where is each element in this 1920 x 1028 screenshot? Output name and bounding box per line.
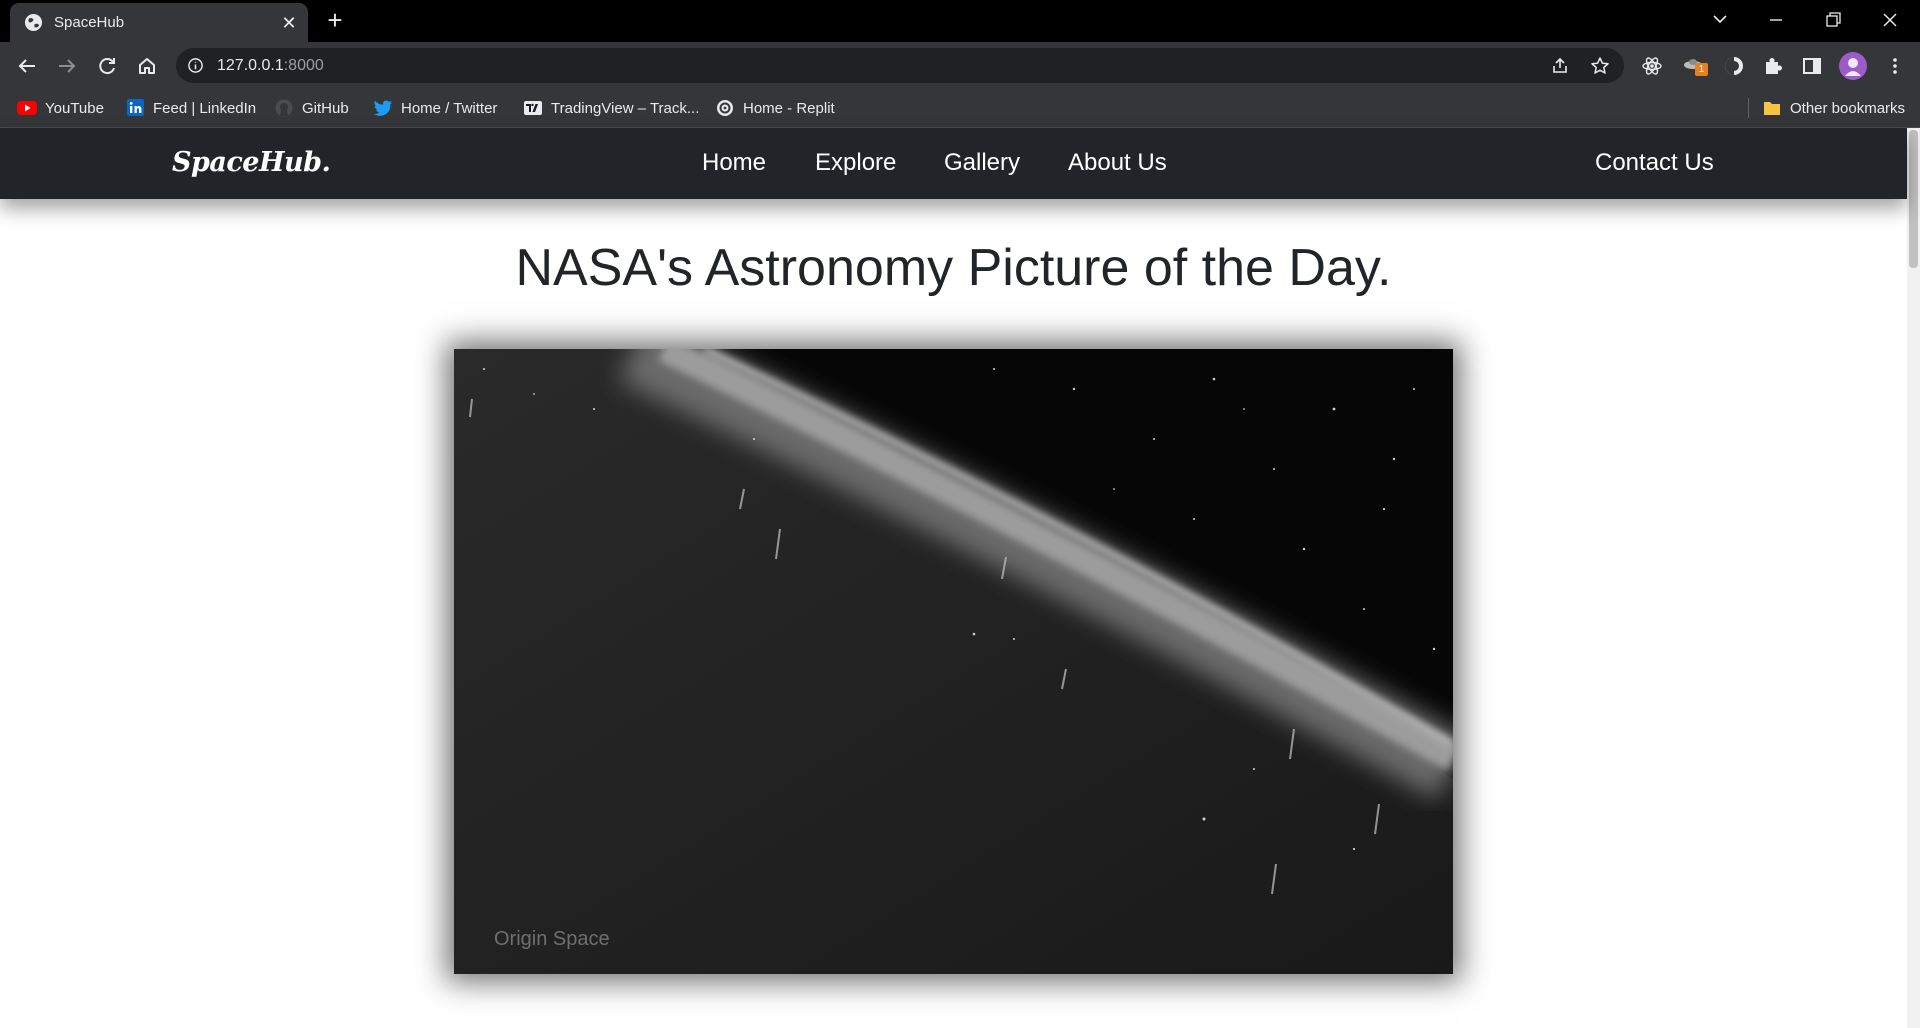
restore-icon[interactable] xyxy=(1813,6,1853,34)
back-arrow-icon[interactable] xyxy=(13,52,41,80)
site-navbar: SpaceHub. Home Explore Gallery About Us … xyxy=(0,128,1907,199)
extension-badge: 1 xyxy=(1695,63,1708,76)
forward-arrow-icon[interactable] xyxy=(53,52,81,80)
bookmark-label: Home - Replit xyxy=(743,99,835,117)
apod-image: Origin Space xyxy=(454,349,1453,974)
browser-toolbar: 127.0.0.1:8000 1 xyxy=(0,42,1920,89)
earth-limb-photo xyxy=(454,349,1453,974)
share-icon[interactable] xyxy=(1550,56,1570,76)
page-title: NASA's Astronomy Picture of the Day. xyxy=(515,239,1392,297)
browser-tab[interactable]: SpaceHub ✕ xyxy=(10,3,308,42)
folder-icon xyxy=(1764,102,1780,115)
brand-logo[interactable]: SpaceHub. xyxy=(172,146,331,180)
bookmark-label: Home / Twitter xyxy=(401,99,498,117)
scrollbar-thumb[interactable] xyxy=(1909,130,1918,268)
new-tab-icon[interactable]: + xyxy=(322,7,348,34)
page-scrollbar[interactable] xyxy=(1907,128,1920,1028)
close-tab-icon[interactable]: ✕ xyxy=(279,13,299,33)
youtube-icon xyxy=(17,101,37,115)
avatar-icon xyxy=(1845,58,1861,76)
nav-link-explore[interactable]: Explore xyxy=(815,148,896,178)
bookmark-label: Feed | LinkedIn xyxy=(153,99,257,117)
bookmarks-bar: YouTube Feed | LinkedIn GitHub Home / Tw… xyxy=(0,89,1920,128)
bookmark-linkedin[interactable]: Feed | LinkedIn xyxy=(125,97,256,119)
url-port: :8000 xyxy=(283,57,324,74)
minimize-icon[interactable] xyxy=(1756,6,1796,34)
linkedin-icon xyxy=(127,99,144,116)
address-bar[interactable]: 127.0.0.1:8000 xyxy=(176,48,1624,83)
bookmark-star-icon[interactable] xyxy=(1590,56,1610,76)
site-info-icon[interactable] xyxy=(187,57,204,74)
react-devtools-icon[interactable] xyxy=(1640,54,1664,78)
nav-link-home[interactable]: Home xyxy=(702,148,766,178)
bookmark-twitter[interactable]: Home / Twitter xyxy=(373,97,497,119)
side-panel-icon[interactable] xyxy=(1800,54,1824,78)
reload-icon[interactable] xyxy=(93,52,121,80)
dark-mode-extension-icon[interactable] xyxy=(1722,54,1746,78)
url-host: 127.0.0.1 xyxy=(217,57,284,74)
globe-icon xyxy=(24,13,43,32)
nav-link-gallery[interactable]: Gallery xyxy=(944,148,1020,178)
home-icon[interactable] xyxy=(133,52,161,80)
url-text[interactable]: 127.0.0.1:8000 xyxy=(217,56,324,75)
image-credit: Origin Space xyxy=(494,928,610,950)
twitter-icon xyxy=(373,100,392,116)
more-menu-icon[interactable] xyxy=(1883,54,1907,78)
other-bookmarks[interactable]: Other bookmarks xyxy=(1762,97,1905,119)
github-icon xyxy=(275,99,293,117)
replit-icon xyxy=(717,100,733,116)
nav-link-contact-us[interactable]: Contact Us xyxy=(1595,148,1714,178)
tradingview-icon xyxy=(524,101,542,115)
extension-with-badge[interactable]: 1 xyxy=(1682,54,1708,78)
tab-title: SpaceHub xyxy=(54,14,125,31)
profile-avatar[interactable] xyxy=(1839,52,1867,80)
other-bookmarks-label: Other bookmarks xyxy=(1790,99,1906,117)
bookmark-label: TradingView – Track... xyxy=(551,99,700,117)
bookmark-github[interactable]: GitHub xyxy=(274,97,349,119)
extensions-puzzle-icon[interactable] xyxy=(1761,54,1785,78)
nav-link-about-us[interactable]: About Us xyxy=(1068,148,1167,178)
bookmark-youtube[interactable]: YouTube xyxy=(17,97,104,119)
bookmarks-divider xyxy=(1748,98,1749,118)
bookmark-tradingview[interactable]: TradingView – Track... xyxy=(523,97,699,119)
bookmark-label: GitHub xyxy=(302,99,349,117)
browser-tab-strip: SpaceHub ✕ + xyxy=(0,0,1920,42)
tab-search-icon[interactable] xyxy=(1700,6,1740,34)
close-window-icon[interactable] xyxy=(1870,6,1910,34)
bookmark-replit[interactable]: Home - Replit xyxy=(715,97,835,119)
bookmark-label: YouTube xyxy=(45,99,104,117)
